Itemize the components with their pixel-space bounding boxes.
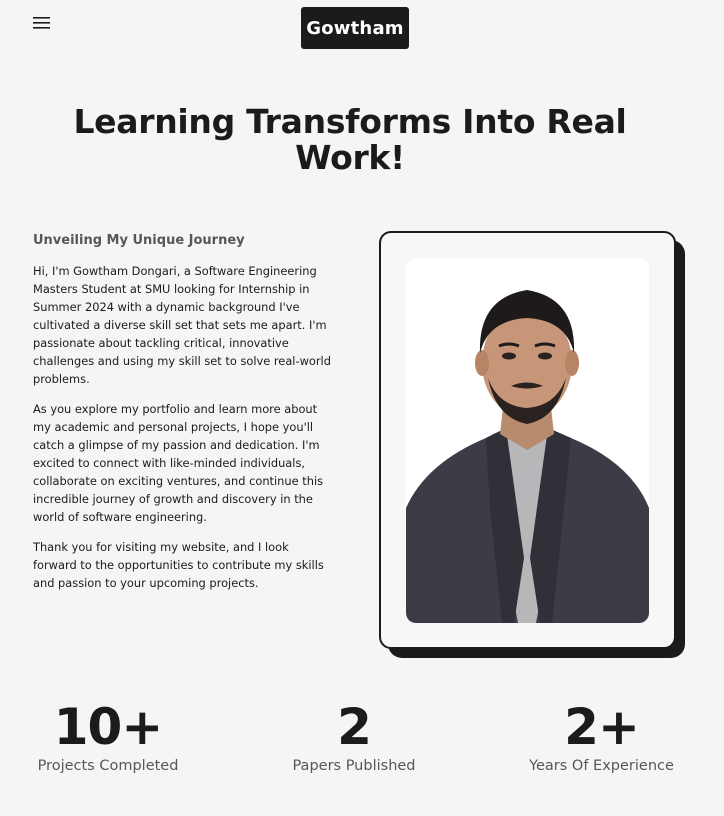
bio-paragraph: Hi, I'm Gowtham Dongari, a Software Engi… <box>33 264 331 386</box>
stat-label: Projects Completed <box>37 758 179 774</box>
photo-card <box>379 231 676 649</box>
stat-label: Papers Published <box>292 758 416 774</box>
portfolio-page: Gowtham Learning Transforms Into Real Wo… <box>0 0 724 816</box>
hamburger-menu-icon[interactable] <box>32 14 52 32</box>
profile-photo <box>406 258 649 623</box>
site-logo[interactable]: Gowtham <box>301 7 409 49</box>
stat-value: 2 <box>337 698 372 756</box>
bio-paragraph: Thank you for visiting my website, and I… <box>33 540 324 590</box>
bio-section: Unveiling My Unique Journey Hi, I'm Gowt… <box>33 232 333 604</box>
hero-headline: Learning Transforms Into Real Work! <box>73 102 627 177</box>
bio-title: Unveiling My Unique Journey <box>33 233 245 248</box>
stat-projects: 10+ Projects Completed <box>33 700 183 776</box>
stat-value: 10+ <box>53 698 163 756</box>
stat-label: Years Of Experience <box>529 758 674 774</box>
bio-paragraph: As you explore my portfolio and learn mo… <box>33 402 324 524</box>
stat-papers: 2 Papers Published <box>284 700 424 776</box>
profile-photo-frame <box>379 231 685 658</box>
stat-experience: 2+ Years Of Experience <box>523 700 680 776</box>
stat-value: 2+ <box>564 698 640 756</box>
